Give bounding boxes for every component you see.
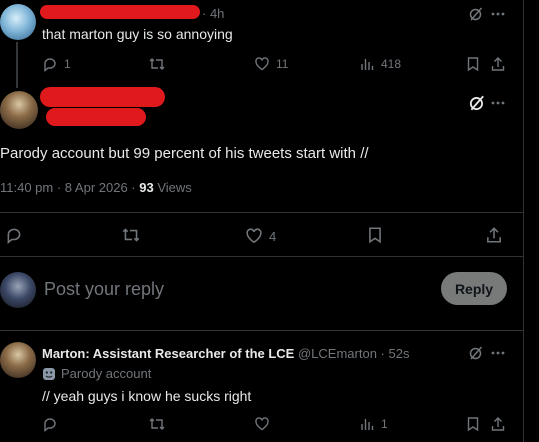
redacted-name — [40, 87, 165, 107]
bookmark-icon[interactable] — [366, 226, 384, 244]
theater-mask-icon — [42, 367, 56, 381]
divider — [0, 330, 523, 331]
tweet-text: // yeah guys i know he sucks right — [42, 388, 252, 404]
reply-icon[interactable] — [42, 416, 58, 432]
display-name[interactable]: Marton: Assistant Researcher of the LCE — [42, 346, 294, 361]
reply-button[interactable]: Reply — [441, 272, 507, 305]
parody-badge: Parody account — [42, 366, 151, 381]
thread-line — [16, 42, 18, 88]
like-count: 11 — [276, 57, 289, 71]
views-label: Views — [157, 180, 192, 195]
divider — [0, 212, 523, 213]
bookmark-icon[interactable] — [465, 416, 481, 432]
reply-icon — [42, 56, 58, 72]
share-icon[interactable] — [490, 416, 506, 432]
more-icon[interactable] — [490, 6, 506, 22]
tweet-text: Parody account but 99 percent of his twe… — [0, 145, 369, 162]
view-count: 93 — [139, 180, 154, 195]
grok-icon[interactable] — [468, 345, 484, 361]
views-action[interactable]: 1 — [359, 416, 388, 432]
more-icon[interactable] — [490, 345, 506, 361]
more-icon[interactable] — [490, 95, 506, 111]
like-action[interactable]: 4 — [245, 227, 276, 245]
handle[interactable]: @LCEmarton · 52s — [298, 346, 409, 361]
heart-icon — [245, 227, 263, 245]
tweet-meta: 11:40 pm · 8 Apr 2026 · 93 Views — [0, 180, 192, 195]
bookmark-icon[interactable] — [465, 56, 481, 72]
tweet-header: Marton: Assistant Researcher of the LCE … — [42, 346, 409, 361]
view-count: 1 — [381, 417, 388, 431]
like-count: 4 — [269, 228, 277, 244]
like-action[interactable]: 11 — [254, 56, 288, 72]
reply-count: 1 — [64, 57, 71, 71]
retweet-icon[interactable] — [148, 416, 166, 432]
views-action[interactable]: 418 — [359, 56, 401, 72]
redacted-handle — [46, 108, 146, 126]
tweet-time: · 4h — [202, 6, 225, 21]
tweet-text: that marton guy is so annoying — [42, 26, 233, 42]
reply-icon[interactable] — [5, 226, 23, 244]
redacted-username — [40, 5, 200, 19]
avatar — [0, 272, 36, 308]
avatar[interactable] — [0, 91, 38, 129]
reply-action[interactable]: 1 — [42, 56, 71, 72]
column-border — [523, 0, 524, 442]
share-icon[interactable] — [485, 226, 503, 244]
grok-icon[interactable] — [468, 94, 486, 112]
divider — [0, 256, 523, 257]
avatar[interactable] — [0, 4, 36, 40]
reply-input[interactable]: Post your reply — [44, 279, 164, 300]
badge-label: Parody account — [61, 366, 152, 381]
view-count: 418 — [381, 57, 402, 71]
analytics-icon — [359, 416, 375, 432]
retweet-icon[interactable] — [121, 226, 141, 244]
retweet-icon[interactable] — [148, 56, 166, 72]
analytics-icon — [359, 56, 375, 72]
heart-icon — [254, 56, 270, 72]
timestamp[interactable]: 11:40 pm · 8 Apr 2026 · — [0, 180, 136, 195]
avatar[interactable] — [0, 342, 36, 378]
share-icon[interactable] — [490, 56, 506, 72]
grok-icon[interactable] — [468, 6, 484, 22]
heart-icon[interactable] — [254, 416, 270, 432]
